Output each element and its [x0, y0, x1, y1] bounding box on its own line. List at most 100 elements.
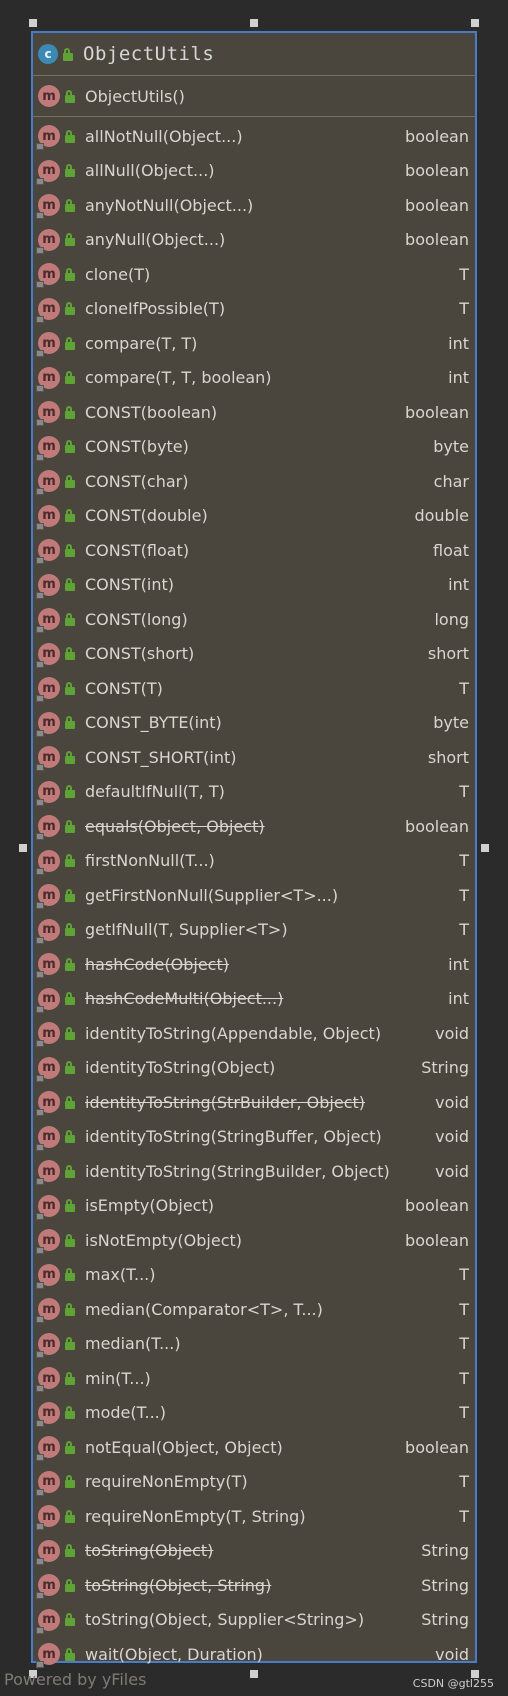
method-row[interactable]: m clone(T) T — [33, 257, 475, 292]
method-row[interactable]: m CONST(T) T — [33, 671, 475, 706]
method-row[interactable]: m toString(Object) String — [33, 1534, 475, 1569]
static-pin-icon — [36, 350, 44, 358]
method-row[interactable]: m max(T...) T — [33, 1258, 475, 1293]
resize-handle-top-right[interactable] — [471, 19, 479, 27]
static-pin-icon — [36, 143, 44, 151]
public-lock-icon — [65, 1440, 75, 1454]
static-method-icon: m — [36, 401, 60, 427]
static-method-icon: m — [36, 1263, 60, 1289]
method-row[interactable]: m toString(Object, Supplier<String>) Strin… — [33, 1603, 475, 1638]
method-row[interactable]: m allNotNull(Object...) boolean — [33, 119, 475, 154]
method-row[interactable]: m mode(T...) T — [33, 1396, 475, 1431]
static-pin-icon — [36, 971, 44, 979]
method-row[interactable]: m anyNull(Object...) boolean — [33, 223, 475, 258]
method-name: requireNonEmpty(T, String) — [85, 1506, 306, 1526]
resize-handle-middle-right[interactable] — [481, 844, 489, 852]
public-lock-icon — [65, 1337, 75, 1351]
static-pin-icon — [36, 177, 44, 185]
static-method-icon: m — [36, 1298, 60, 1324]
method-row[interactable]: m CONST(boolean) boolean — [33, 395, 475, 430]
static-method-icon: m — [36, 366, 60, 392]
method-row[interactable]: m hashCode(Object) int — [33, 947, 475, 982]
method-row[interactable]: m identityToString(Appendable, Object) voi… — [33, 1016, 475, 1051]
resize-handle-top-left[interactable] — [29, 19, 37, 27]
method-row[interactable]: m median(T...) T — [33, 1327, 475, 1362]
method-name: hashCodeMulti(Object...) — [85, 989, 284, 1009]
method-row[interactable]: m CONST(short) short — [33, 637, 475, 672]
method-row[interactable]: m CONST(float) float — [33, 533, 475, 568]
method-row[interactable]: m isEmpty(Object) boolean — [33, 1189, 475, 1224]
static-pin-icon — [36, 1661, 44, 1669]
public-lock-icon — [65, 888, 75, 902]
method-row[interactable]: m CONST(byte) byte — [33, 430, 475, 465]
constructor-row[interactable]: m ObjectUtils() — [33, 76, 475, 117]
static-pin-icon — [36, 833, 44, 841]
public-lock-icon — [65, 1578, 75, 1592]
static-method-icon: m — [36, 1332, 60, 1358]
method-name: toString(Object, String) — [85, 1575, 272, 1595]
class-diagram-node[interactable]: c ObjectUtils m ObjectUtils() m allNotNul… — [31, 31, 477, 1669]
method-name: toString(Object) — [85, 1541, 214, 1561]
method-return-type: boolean — [405, 1230, 469, 1250]
method-row[interactable]: m allNull(Object...) boolean — [33, 154, 475, 189]
method-name: allNotNull(Object...) — [85, 126, 243, 146]
static-pin-icon — [36, 419, 44, 427]
method-row[interactable]: m firstNonNull(T...) T — [33, 844, 475, 879]
method-row[interactable]: m notEqual(Object, Object) boolean — [33, 1430, 475, 1465]
method-name: wait(Object, Duration) — [85, 1644, 263, 1664]
method-row[interactable]: m compare(T, T) int — [33, 326, 475, 361]
method-icon-letter: m — [42, 542, 56, 558]
public-lock-icon — [65, 1164, 75, 1178]
method-icon-letter: m — [42, 1474, 56, 1490]
method-row[interactable]: m compare(T, T, boolean) int — [33, 361, 475, 396]
method-icon-letter: m — [42, 956, 56, 972]
method-icon-letter: m — [42, 646, 56, 662]
method-name: CONST(int) — [85, 575, 175, 595]
method-row[interactable]: m hashCodeMulti(Object...) int — [33, 982, 475, 1017]
public-lock-icon — [65, 1647, 75, 1661]
method-row[interactable]: m requireNonEmpty(T) T — [33, 1465, 475, 1500]
static-method-icon: m — [36, 435, 60, 461]
method-return-type: int — [448, 368, 469, 388]
method-row[interactable]: m CONST(int) int — [33, 568, 475, 603]
resize-handle-middle-left[interactable] — [19, 844, 27, 852]
method-row[interactable]: m CONST(long) long — [33, 602, 475, 637]
method-row[interactable]: m median(Comparator<T>, T...) T — [33, 1292, 475, 1327]
method-name: defaultIfNull(T, T) — [85, 782, 225, 802]
static-method-icon: m — [36, 504, 60, 530]
method-row[interactable]: m anyNotNull(Object...) boolean — [33, 188, 475, 223]
method-row[interactable]: m CONST(char) char — [33, 464, 475, 499]
method-row[interactable]: m min(T...) T — [33, 1361, 475, 1396]
method-row[interactable]: m defaultIfNull(T, T) T — [33, 775, 475, 810]
public-lock-icon — [65, 509, 75, 523]
method-row[interactable]: m requireNonEmpty(T, String) T — [33, 1499, 475, 1534]
method-row[interactable]: m CONST_SHORT(int) short — [33, 740, 475, 775]
method-icon-letter: m — [42, 1163, 56, 1179]
static-method-icon: m — [36, 539, 60, 565]
method-row[interactable]: m getFirstNonNull(Supplier<T>...) T — [33, 878, 475, 913]
class-header[interactable]: c ObjectUtils — [33, 33, 475, 76]
static-method-icon: m — [36, 953, 60, 979]
method-row[interactable]: m CONST_BYTE(int) byte — [33, 706, 475, 741]
public-lock-icon — [65, 1199, 75, 1213]
method-row[interactable]: m wait(Object, Duration) void — [33, 1637, 475, 1672]
method-icon: m — [38, 85, 60, 107]
method-row[interactable]: m isNotEmpty(Object) boolean — [33, 1223, 475, 1258]
static-pin-icon — [36, 488, 44, 496]
method-row[interactable]: m identityToString(StringBuilder, Object)… — [33, 1154, 475, 1189]
method-name: identityToString(StrBuilder, Object) — [85, 1092, 365, 1112]
method-row[interactable]: m toString(Object, String) String — [33, 1568, 475, 1603]
method-row[interactable]: m CONST(double) double — [33, 499, 475, 534]
csdn-credit: CSDN @gtl255 — [412, 1677, 494, 1690]
method-row[interactable]: m identityToString(StrBuilder, Object) voi… — [33, 1085, 475, 1120]
resize-handle-top-center[interactable] — [250, 19, 258, 27]
method-name: firstNonNull(T...) — [85, 851, 215, 871]
public-lock-icon — [65, 474, 75, 488]
method-return-type: char — [433, 471, 469, 491]
method-row[interactable]: m equals(Object, Object) boolean — [33, 809, 475, 844]
method-row[interactable]: m identityToString(Object) String — [33, 1051, 475, 1086]
public-lock-icon — [65, 267, 75, 281]
method-row[interactable]: m identityToString(StringBuffer, Object) v… — [33, 1120, 475, 1155]
method-row[interactable]: m getIfNull(T, Supplier<T>) T — [33, 913, 475, 948]
method-row[interactable]: m cloneIfPossible(T) T — [33, 292, 475, 327]
